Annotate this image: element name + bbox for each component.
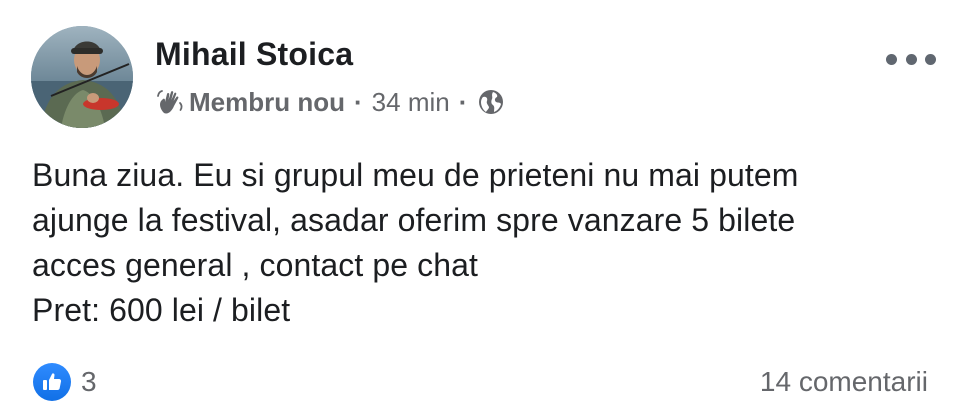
post-text-line: Pret: 600 lei / bilet <box>32 292 291 328</box>
waving-hand-icon <box>153 85 187 119</box>
post-text-line: Buna ziua. Eu si grupul meu de prieteni … <box>32 157 799 193</box>
avatar-photo <box>31 26 133 128</box>
globe-icon[interactable] <box>476 87 506 117</box>
more-dot <box>925 53 936 65</box>
more-options-button[interactable] <box>886 44 936 74</box>
separator-dot: · <box>354 86 363 117</box>
post-text: Buna ziua. Eu si grupul meu de prieteni … <box>32 153 932 333</box>
post-text-line: acces general , contact pe chat <box>32 247 479 283</box>
like-icon <box>33 363 71 401</box>
post-timestamp[interactable]: 34 min <box>372 87 450 118</box>
member-badge-label[interactable]: Membru nou <box>189 87 345 118</box>
more-dot <box>905 53 917 65</box>
post-card: Mihail Stoica Membru nou · 34 min · Buna… <box>0 0 960 407</box>
reaction-count: 3 <box>81 366 97 397</box>
reactions-summary[interactable]: 3 <box>33 362 97 402</box>
author-name[interactable]: Mihail Stoica <box>155 34 353 74</box>
separator-dot: · <box>458 86 468 117</box>
avatar[interactable] <box>31 26 133 128</box>
more-dot <box>886 53 897 65</box>
comments-count-link[interactable]: 14 comentarii <box>760 362 928 402</box>
post-text-line: ajunge la festival, asadar oferim spre v… <box>32 202 796 238</box>
post-meta: Membru nou · 34 min · <box>153 84 506 120</box>
